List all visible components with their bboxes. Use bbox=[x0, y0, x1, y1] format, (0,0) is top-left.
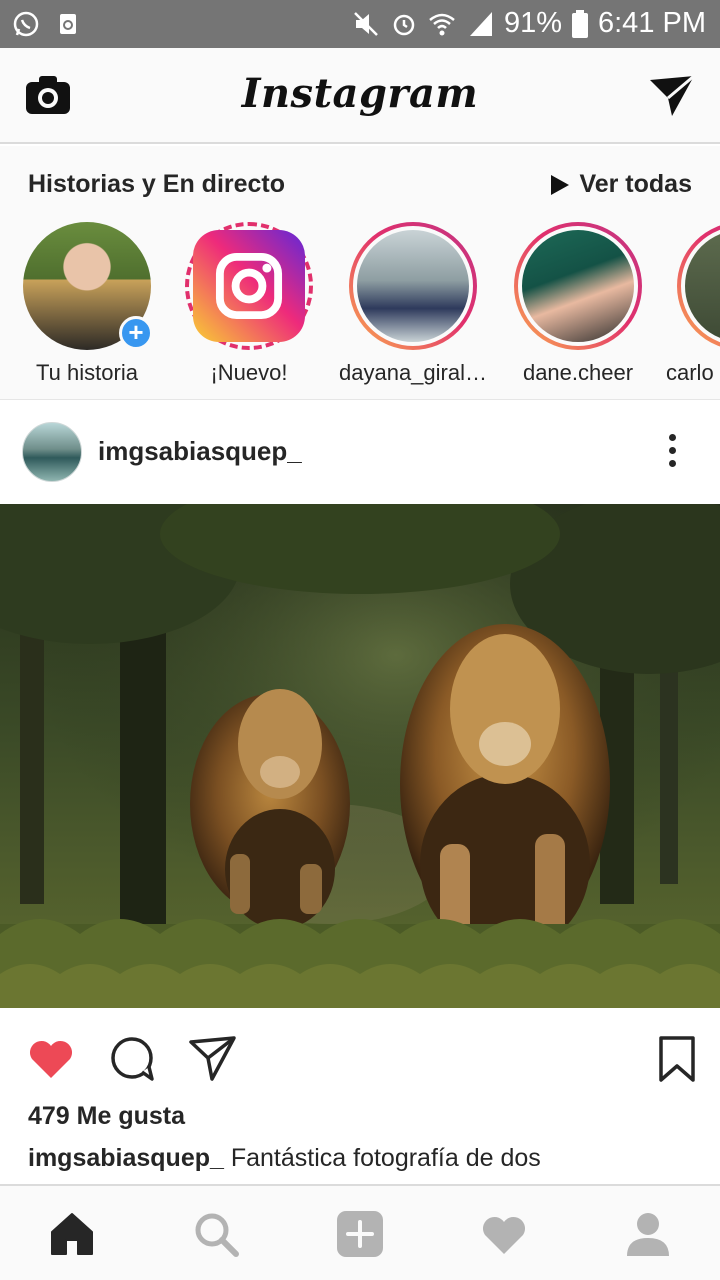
status-bar: 91% 6:41 PM bbox=[0, 0, 720, 48]
caption-username[interactable]: imgsabiasquep_ bbox=[28, 1144, 224, 1172]
story-ring: + bbox=[23, 222, 153, 350]
avatar bbox=[353, 226, 473, 346]
instagram-app-icon bbox=[193, 230, 305, 342]
add-post-icon[interactable] bbox=[336, 1210, 384, 1258]
post-username[interactable]: imgsabiasquep_ bbox=[98, 436, 302, 467]
play-icon bbox=[551, 174, 570, 195]
story-label: carlo bbox=[666, 360, 714, 385]
story-your-story[interactable]: + Tu historia bbox=[12, 222, 162, 386]
avatar bbox=[681, 226, 720, 346]
story-dane-cheer[interactable]: dane.cheer bbox=[503, 222, 653, 386]
share-icon[interactable] bbox=[188, 1034, 238, 1084]
story-label: dane.cheer bbox=[522, 360, 634, 385]
alarm-icon bbox=[393, 14, 415, 35]
story-ring bbox=[349, 222, 477, 350]
battery-percent: 91% bbox=[503, 7, 562, 39]
story-ring bbox=[677, 222, 720, 350]
avatar bbox=[518, 226, 638, 346]
story-new[interactable]: ¡Nuevo! bbox=[174, 222, 324, 386]
post-caption: imgsabiasquep_ Fantástica fotografía de … bbox=[28, 1144, 541, 1173]
see-all-label: Ver todas bbox=[579, 170, 692, 198]
more-options-icon[interactable] bbox=[660, 434, 684, 470]
see-all-stories-button[interactable]: Ver todas bbox=[551, 170, 692, 199]
story-ring bbox=[185, 222, 313, 350]
search-icon[interactable] bbox=[192, 1210, 240, 1258]
like-count[interactable]: 479 Me gusta bbox=[28, 1102, 185, 1131]
profile-icon[interactable] bbox=[624, 1210, 672, 1258]
stories-title: Historias y En directo bbox=[28, 170, 286, 198]
avatar[interactable] bbox=[22, 422, 82, 482]
activity-heart-icon[interactable] bbox=[480, 1210, 528, 1258]
post-photo-art bbox=[0, 504, 720, 1008]
stories-tray: Historias y En directo Ver todas + Tu hi… bbox=[0, 146, 720, 400]
caption-text: Fantástica fotografía de dos bbox=[223, 1144, 541, 1172]
story-ring bbox=[514, 222, 642, 350]
bookmark-icon[interactable] bbox=[652, 1034, 702, 1084]
like-heart-icon[interactable] bbox=[26, 1034, 76, 1084]
wifi-icon bbox=[429, 13, 455, 35]
story-label: dayana_giral… bbox=[339, 360, 487, 385]
post-actions bbox=[0, 1008, 720, 1104]
mute-icon bbox=[354, 11, 378, 36]
signal-icon bbox=[469, 11, 492, 36]
top-app-bar: Instagram bbox=[0, 48, 720, 144]
direct-message-icon[interactable] bbox=[648, 74, 696, 118]
battery-icon bbox=[572, 9, 588, 38]
recycle-icon bbox=[60, 14, 76, 34]
add-story-icon[interactable]: + bbox=[119, 316, 153, 350]
clock: 6:41 PM bbox=[598, 7, 706, 39]
story-label: Tu historia bbox=[36, 360, 138, 385]
whatsapp-icon bbox=[13, 11, 39, 37]
home-icon[interactable] bbox=[48, 1210, 96, 1258]
comment-icon[interactable] bbox=[108, 1034, 158, 1084]
post-photo[interactable] bbox=[0, 504, 720, 1008]
instagram-logo[interactable]: Instagram bbox=[0, 70, 720, 117]
post-header: imgsabiasquep_ bbox=[0, 400, 720, 504]
story-carlo[interactable]: carlo bbox=[666, 222, 720, 386]
bottom-navigation bbox=[0, 1184, 720, 1280]
story-dayana[interactable]: dayana_giral… bbox=[338, 222, 488, 386]
story-label: ¡Nuevo! bbox=[210, 360, 288, 385]
